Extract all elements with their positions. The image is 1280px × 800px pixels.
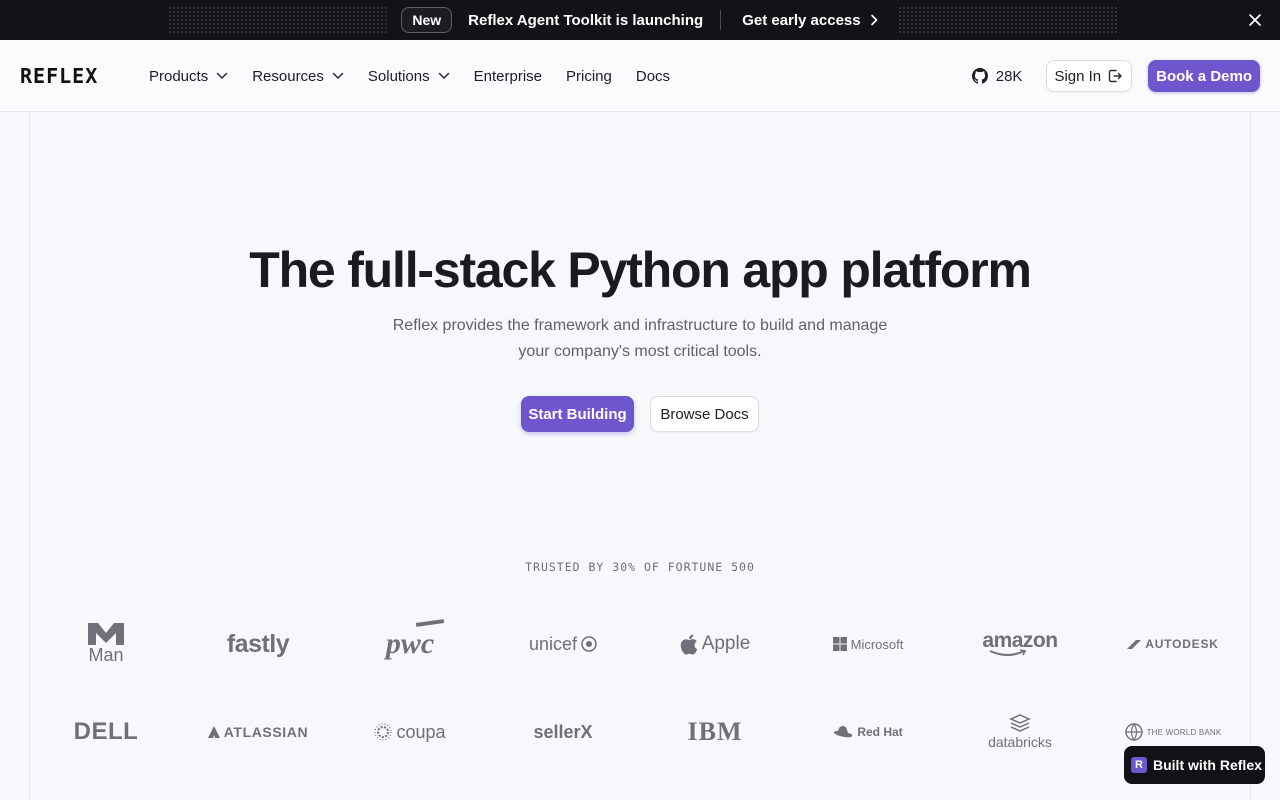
- coupa-wordmark: coupa: [396, 721, 446, 742]
- nav-resources[interactable]: Resources: [252, 68, 344, 85]
- unicef-globe-icon: [581, 636, 597, 652]
- redhat-hat-icon: [834, 726, 853, 738]
- close-icon[interactable]: [1246, 11, 1264, 29]
- early-access-link[interactable]: Get early access: [742, 12, 878, 29]
- trusted-by-label: TRUSTED BY 30% OF FORTUNE 500: [525, 560, 755, 574]
- nav-enterprise[interactable]: Enterprise: [474, 68, 542, 85]
- nav-products[interactable]: Products: [149, 68, 228, 85]
- microsoft-windows-icon: [832, 637, 847, 651]
- amazon-smile-icon: [990, 649, 1027, 656]
- banner-message[interactable]: Reflex Agent Toolkit is launching: [468, 12, 703, 29]
- autodesk-logo: AUTODESK: [1098, 620, 1248, 668]
- microsoft-logo: Microsoft: [793, 620, 943, 668]
- built-with-reflex-label: Built with Reflex: [1153, 757, 1262, 773]
- pwc-wordmark: pwc: [385, 627, 435, 660]
- autodesk-wordmark: AUTODESK: [1145, 637, 1219, 651]
- man-m-mark-icon: [88, 623, 124, 645]
- databricks-wordmark: databricks: [988, 734, 1052, 750]
- github-stars-link[interactable]: 28K: [971, 67, 1023, 85]
- apple-icon: [680, 634, 697, 655]
- early-access-label: Get early access: [742, 11, 861, 29]
- sign-in-icon: [1108, 69, 1122, 83]
- autodesk-mark-icon: [1127, 640, 1142, 649]
- ibm-logo: IBM: [640, 708, 790, 756]
- hero-title: The full-stack Python app platform: [249, 242, 1032, 298]
- nav-pricing[interactable]: Pricing: [566, 68, 612, 85]
- dell-logo: DELL: [31, 708, 181, 756]
- unicef-logo: unicef: [488, 620, 638, 668]
- banner-content: New Reflex Agent Toolkit is launching Ge…: [401, 7, 878, 33]
- github-stars-count: 28K: [995, 67, 1023, 85]
- man-logo: Man: [31, 620, 181, 668]
- top-navbar: REFLEX Products Resources Solutions Ente…: [0, 40, 1280, 112]
- pwc-accent-icon: [415, 619, 444, 627]
- nav-docs[interactable]: Docs: [636, 68, 670, 85]
- sellerx-logo: sellerX: [488, 708, 638, 756]
- nav-links: Products Resources Solutions Enterprise …: [149, 40, 670, 112]
- chevron-down-icon: [438, 72, 449, 79]
- banner-dot-pattern-right: [898, 6, 1118, 34]
- hero-subtitle-line1: Reflex provides the framework and infras…: [392, 317, 888, 334]
- start-building-button[interactable]: Start Building: [521, 396, 634, 432]
- atlassian-logo: ATLASSIAN: [183, 708, 333, 756]
- chevron-right-icon: [870, 14, 877, 26]
- reflex-r-icon: R: [1131, 757, 1147, 773]
- content-frame: [29, 112, 1251, 800]
- redhat-wordmark: Red Hat: [857, 725, 903, 739]
- coupa-burst-icon: [374, 723, 393, 741]
- nav-solutions[interactable]: Solutions: [368, 68, 450, 85]
- nav-products-label: Products: [149, 67, 209, 85]
- atlassian-mark-icon: [207, 726, 220, 738]
- browse-docs-button[interactable]: Browse Docs: [650, 396, 759, 432]
- world-bank-globe-icon: [1124, 723, 1143, 741]
- coupa-logo: coupa: [335, 708, 485, 756]
- sign-in-label: Sign In: [1054, 67, 1102, 85]
- banner-divider: [720, 10, 722, 30]
- book-demo-button[interactable]: Book a Demo: [1148, 60, 1260, 92]
- pwc-logo: pwc: [335, 619, 485, 668]
- github-icon: [971, 68, 988, 84]
- sellerx-wordmark: sellerX: [533, 721, 593, 742]
- reflex-logo[interactable]: REFLEX: [20, 66, 98, 86]
- hero-subtitle-line2: your company's most critical tools.: [518, 343, 762, 360]
- unicef-wordmark: unicef: [528, 633, 578, 654]
- fastly-wordmark: fastly: [226, 629, 290, 658]
- apple-wordmark: Apple: [701, 633, 751, 654]
- amazon-logo: amazon: [945, 620, 1095, 668]
- databricks-stack-icon: [1009, 714, 1031, 732]
- hero-subtitle: Reflex provides the framework and infras…: [0, 313, 1280, 365]
- microsoft-wordmark: Microsoft: [850, 636, 904, 652]
- dell-wordmark: DELL: [73, 718, 139, 745]
- built-with-reflex-badge[interactable]: R Built with Reflex: [1124, 746, 1265, 784]
- chevron-down-icon: [332, 72, 344, 79]
- world-bank-wordmark: THE WORLD BANK: [1146, 727, 1222, 737]
- databricks-logo: databricks: [945, 708, 1095, 756]
- nav-solutions-label: Solutions: [367, 67, 430, 85]
- new-badge: New: [401, 7, 453, 33]
- nav-actions: 28K Sign In Book a Demo: [971, 60, 1260, 92]
- announcement-banner: New Reflex Agent Toolkit is launching Ge…: [0, 0, 1280, 40]
- apple-logo: Apple: [640, 620, 790, 668]
- redhat-logo: Red Hat: [793, 708, 943, 756]
- nav-resources-label: Resources: [252, 67, 324, 85]
- ibm-wordmark: IBM: [687, 717, 743, 746]
- banner-dot-pattern-left: [168, 6, 388, 34]
- man-wordmark: Man: [88, 645, 124, 665]
- fastly-logo: fastly: [183, 620, 333, 668]
- sign-in-button[interactable]: Sign In: [1046, 60, 1133, 92]
- chevron-down-icon: [216, 72, 228, 79]
- atlassian-wordmark: ATLASSIAN: [223, 724, 309, 740]
